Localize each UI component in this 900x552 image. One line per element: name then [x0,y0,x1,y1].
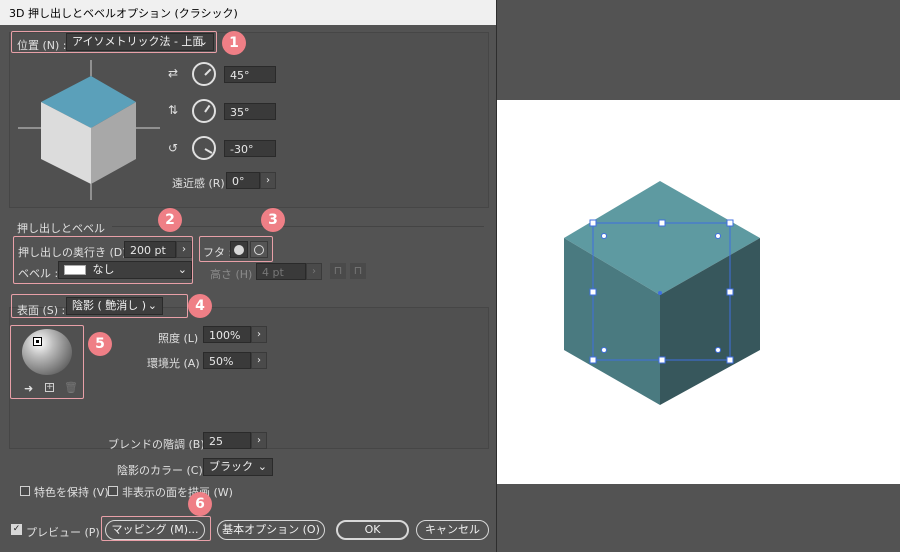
height-field[interactable]: 4 pt [256,263,306,280]
shade-color-label: 陰影のカラー (C) : [117,464,210,477]
extrude-section-label: 押し出しとベベル [17,222,105,235]
light-source-handle[interactable] [33,337,42,346]
dialog-title: 3D 押し出しとベベルオプション (クラシック) [9,7,238,20]
draw-hidden-checkbox[interactable] [108,486,118,496]
lighting-sphere[interactable] [22,329,72,375]
ok-button[interactable]: OK [336,520,409,540]
rotate-y-field[interactable]: 35° [224,103,276,120]
badge-6: 6 [188,492,212,516]
badge-1: 1 [222,31,246,55]
bevel-out-icon[interactable]: ⊓ [330,263,346,279]
ambient-label: 環境光 (A) : [147,357,207,370]
preview-checkbox[interactable]: ✓ [11,524,22,535]
rotate-x-field[interactable]: 45° [224,66,276,83]
perspective-slider-button[interactable]: › [260,172,276,189]
rotate-y-dial[interactable] [192,99,216,123]
rotate-z-icon: ↺ [168,141,179,155]
new-light-icon[interactable]: + [45,383,54,392]
preview-label: プレビュー (P) [26,526,100,539]
highlight-1 [11,31,217,53]
ambient-slider-button[interactable]: › [251,352,267,369]
perspective-field[interactable]: 0° [226,172,260,189]
rotate-x-dial[interactable] [192,62,216,86]
blend-steps-field[interactable]: 25 [203,432,251,449]
intensity-label: 照度 (L) : [158,332,206,345]
badge-3: 3 [261,208,285,232]
badge-4: 4 [188,294,212,318]
dialog-titlebar: 3D 押し出しとベベルオプション (クラシック) [0,0,496,25]
rotate-z-field[interactable]: -30° [224,140,276,157]
height-slider-button[interactable]: › [306,263,322,280]
rotate-z-dial[interactable] [192,136,216,160]
delete-light-icon[interactable]: 🗑 [64,381,78,394]
badge-5: 5 [88,332,112,356]
intensity-slider-button[interactable]: › [251,326,267,343]
cancel-button[interactable]: キャンセル [416,520,489,540]
height-label: 高さ (H) : [210,268,260,281]
chevron-down-icon: ⌄ [257,460,267,473]
shade-color-select-value: ブラック [209,460,253,473]
blend-steps-slider-button[interactable]: › [251,432,267,449]
rotate-y-icon: ⇅ [168,103,179,117]
rotate-x-icon: ⇄ [168,66,179,80]
preserve-spot-label: 特色を保持 (V) [34,486,109,499]
basic-options-button[interactable]: 基本オプション (O) [217,520,325,540]
highlight-4 [11,294,188,318]
shade-color-select[interactable]: ブラック ⌄ [203,458,273,476]
blend-steps-label: ブレンドの階調 (B) : [108,438,212,451]
intensity-field[interactable]: 100% [203,326,251,343]
cube-artwork[interactable] [496,100,900,484]
mapping-button[interactable]: マッピング (M)... [105,520,205,540]
perspective-label: 遠近感 (R): [172,177,229,190]
center-point [658,291,662,295]
move-light-back-icon[interactable]: ➜ [24,382,33,395]
draw-hidden-label: 非表示の面を描画 (W) [122,486,233,499]
preserve-spot-checkbox[interactable] [20,486,30,496]
ambient-field[interactable]: 50% [203,352,251,369]
badge-2: 2 [158,208,182,232]
highlight-3 [199,236,273,262]
highlight-2 [13,236,193,284]
bevel-in-icon[interactable]: ⊓ [350,263,366,279]
rotation-cube-preview[interactable] [18,60,164,206]
